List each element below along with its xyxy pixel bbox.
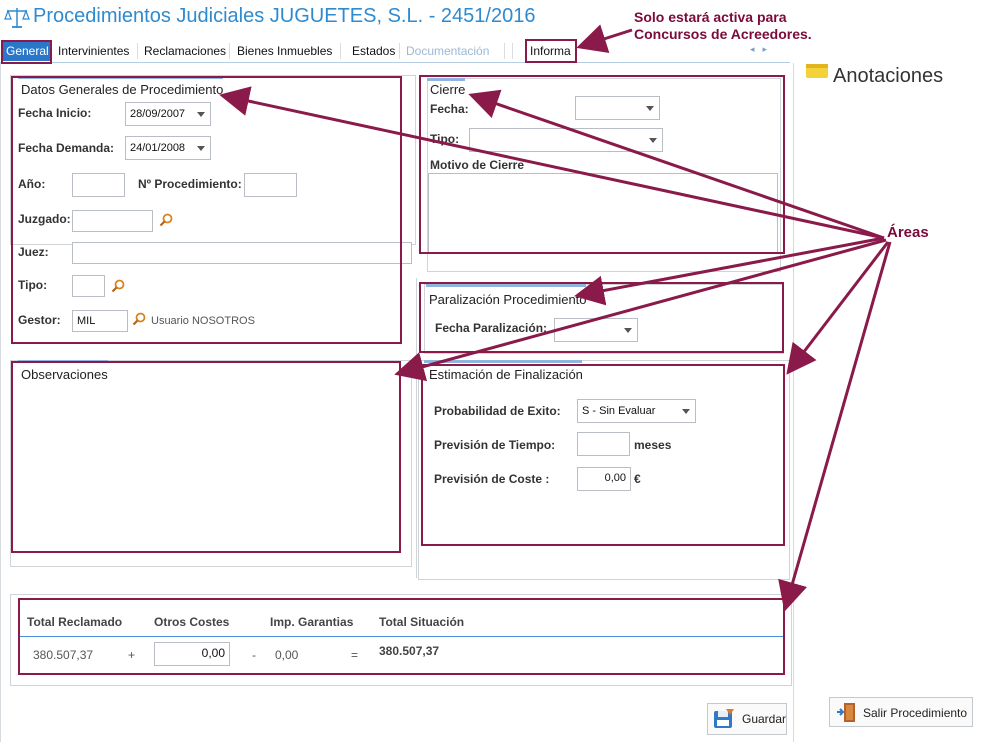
annotation-arrows — [219, 24, 892, 612]
